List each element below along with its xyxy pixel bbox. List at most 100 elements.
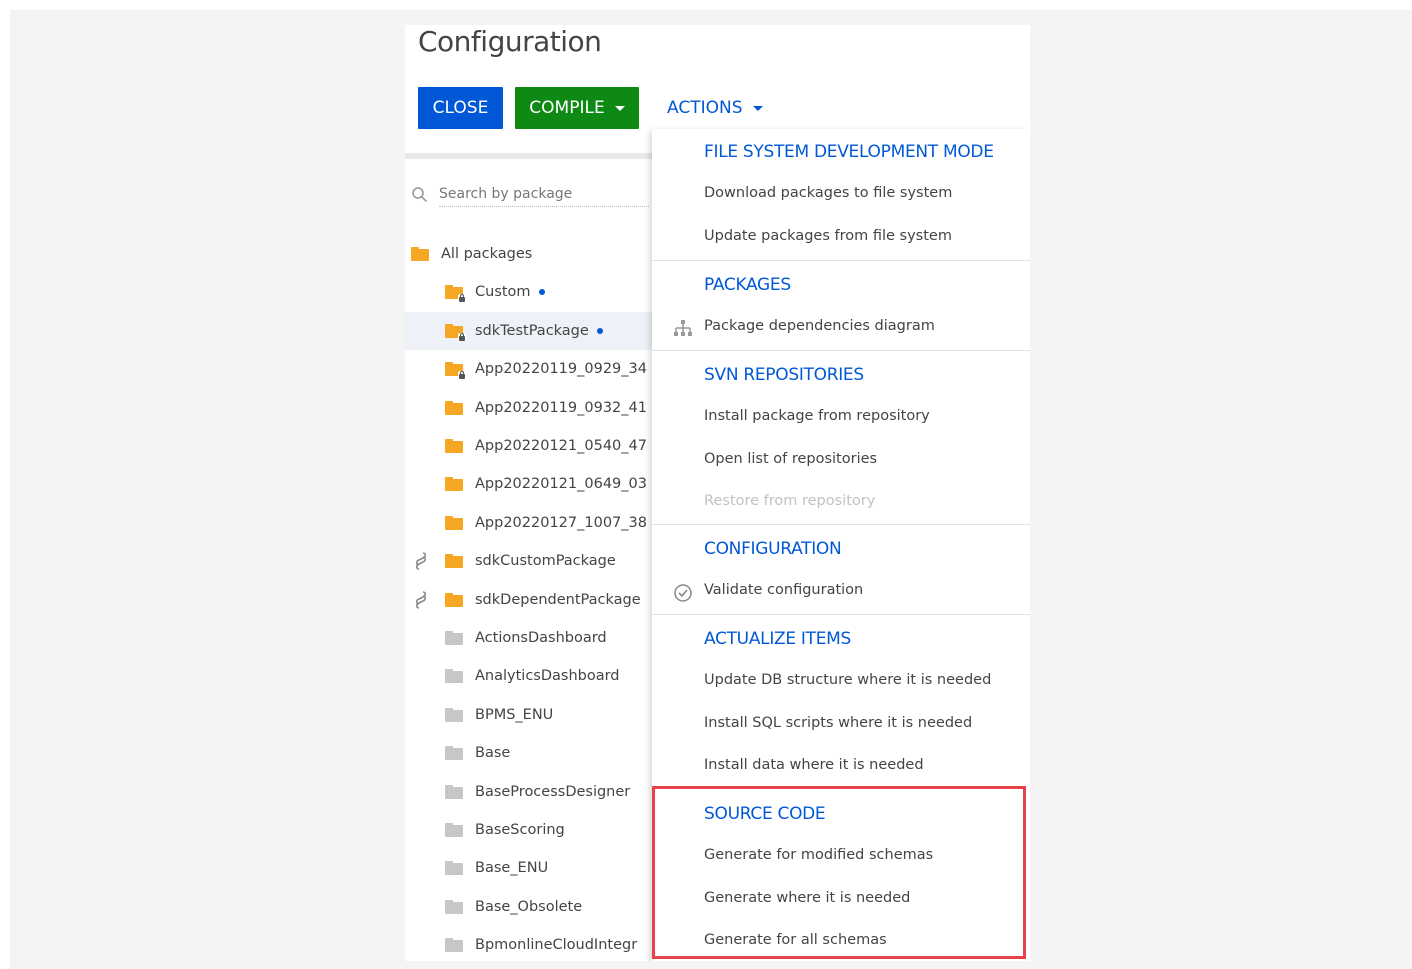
compile-button-label: COMPILE <box>529 98 605 118</box>
menu-item[interactable]: Package dependencies diagram <box>704 318 935 334</box>
tree-item-label: BPMS_ENU <box>475 706 554 723</box>
folder-grey-icon <box>445 899 463 914</box>
tree-item-label: sdkTestPackage <box>475 322 589 339</box>
tree-item[interactable]: AnalyticsDashboard <box>405 657 652 695</box>
chevron-down-icon <box>614 105 625 111</box>
page-title: Configuration <box>418 25 602 58</box>
tree-item-label: All packages <box>441 246 533 262</box>
tree-item[interactable]: App20220119_0932_41 <box>405 389 652 427</box>
modified-dot-icon <box>538 289 545 296</box>
folder-icon <box>445 400 463 415</box>
menu-section-header: FILE SYSTEM DEVELOPMENT MODE <box>704 142 994 162</box>
menu-item[interactable]: Open list of repositories <box>704 451 877 467</box>
folder-locked-icon <box>445 323 466 341</box>
folder-icon <box>445 592 463 607</box>
folder-grey-icon <box>445 823 463 837</box>
menu-item[interactable]: Generate for all schemas <box>704 932 887 948</box>
link-icon <box>415 590 427 609</box>
lock-icon <box>458 294 466 303</box>
menu-section-header: SOURCE CODE <box>704 804 826 824</box>
tree-item[interactable]: sdkDependentPackage <box>405 581 652 619</box>
tree-item-label: BpmonlineCloudIntegr <box>475 937 638 954</box>
check-circle-icon <box>674 584 692 602</box>
folder-grey-icon <box>445 938 463 953</box>
search-icon <box>412 187 428 203</box>
menu-separator <box>652 614 1030 615</box>
toolbar-divider <box>405 153 652 159</box>
tree-item[interactable]: BaseProcessDesigner <box>405 773 652 811</box>
menu-item[interactable]: Generate where it is needed <box>704 890 910 906</box>
tree-item[interactable]: BpmonlineCloudIntegr <box>405 926 652 961</box>
menu-separator <box>652 260 1030 261</box>
tree-item[interactable]: Base_Obsolete <box>405 888 652 926</box>
tree-item-label: sdkCustomPackage <box>475 553 616 570</box>
tree-item[interactable]: BPMS_ENU <box>405 696 652 734</box>
tree-item[interactable]: ActionsDashboard <box>405 619 652 657</box>
menu-item[interactable]: Install data where it is needed <box>704 757 924 773</box>
link-icon <box>415 552 427 570</box>
package-search <box>411 182 651 210</box>
folder-grey-icon <box>445 631 463 645</box>
tree-item-label: AnalyticsDashboard <box>475 668 620 685</box>
tree-item[interactable]: sdkCustomPackage <box>405 542 652 580</box>
tree-item[interactable]: Base_ENU <box>405 849 652 887</box>
menu-section-header: CONFIGURATION <box>704 539 842 559</box>
menu-separator <box>652 524 1030 525</box>
chevron-down-icon <box>752 105 763 111</box>
actions-button[interactable]: ACTIONS <box>655 87 770 129</box>
menu-item[interactable]: Install package from repository <box>704 408 930 424</box>
tree-item-label: Base <box>475 745 511 762</box>
modified-dot-icon <box>596 327 603 334</box>
folder-grey-icon <box>445 861 463 876</box>
tree-item-label: ActionsDashboard <box>475 630 607 646</box>
folder-icon <box>445 515 463 530</box>
menu-item[interactable]: Download packages to file system <box>704 185 952 201</box>
tree-item-label: BaseScoring <box>475 822 565 838</box>
folder-grey-icon <box>445 669 463 684</box>
close-button-label: CLOSE <box>432 98 489 118</box>
folder-locked-icon <box>445 285 466 303</box>
close-button[interactable]: CLOSE <box>418 87 503 129</box>
menu-section-header: ACTUALIZE ITEMS <box>704 629 852 649</box>
menu-section-header: PACKAGES <box>704 275 791 295</box>
menu-separator <box>652 350 1030 351</box>
folder-grey-icon <box>445 707 463 722</box>
tree-item[interactable]: App20220121_0540_47 <box>405 427 652 465</box>
tree-item-all-packages[interactable]: All packages <box>405 235 652 273</box>
menu-item: Restore from repository <box>704 493 876 509</box>
menu-item[interactable]: Generate for modified schemas <box>704 847 933 863</box>
menu-item[interactable]: Install SQL scripts where it is needed <box>704 715 972 731</box>
menu-item[interactable]: Validate configuration <box>704 582 863 598</box>
actions-button-label: ACTIONS <box>667 98 743 118</box>
tree-item-label: App20220127_1007_38 <box>475 514 647 531</box>
folder-icon <box>445 554 463 569</box>
tree-item-label: App20220121_0649_03 <box>475 476 647 493</box>
search-input[interactable] <box>439 182 649 207</box>
folder-locked-icon <box>445 362 466 380</box>
tree-item[interactable]: App20220119_0929_34 <box>405 350 652 388</box>
lock-icon <box>458 332 466 341</box>
compile-button[interactable]: COMPILE <box>515 87 639 129</box>
tree-item-label: BaseProcessDesigner <box>475 783 631 800</box>
actions-dropdown-menu: FILE SYSTEM DEVELOPMENT MODE Download pac… <box>652 129 1030 961</box>
tree-item[interactable]: BaseScoring <box>405 811 652 849</box>
tree-item-label: Base_Obsolete <box>475 898 583 915</box>
menu-item[interactable]: Update packages from file system <box>704 228 952 244</box>
tree-item-label: App20220121_0540_47 <box>475 438 647 454</box>
tree-item[interactable]: Custom <box>405 273 652 311</box>
folder-grey-icon <box>445 746 463 761</box>
folder-icon <box>445 477 463 492</box>
hierarchy-icon <box>674 320 692 336</box>
tree-item[interactable]: App20220127_1007_38 <box>405 504 652 542</box>
menu-item[interactable]: Update DB structure where it is needed <box>704 672 991 688</box>
folder-icon <box>445 439 463 453</box>
tree-item-label: Custom <box>475 284 531 301</box>
tree-item[interactable]: Base <box>405 734 652 772</box>
tree-item[interactable]: sdkTestPackage <box>405 311 652 350</box>
tree-item-label: App20220119_0929_34 <box>475 361 647 378</box>
menu-section-header: SVN REPOSITORIES <box>704 365 864 385</box>
folder-grey-icon <box>445 784 463 799</box>
tree-item[interactable]: App20220121_0649_03 <box>405 465 652 503</box>
folder-icon <box>411 247 429 261</box>
tree-item-label: sdkDependentPackage <box>475 591 641 608</box>
